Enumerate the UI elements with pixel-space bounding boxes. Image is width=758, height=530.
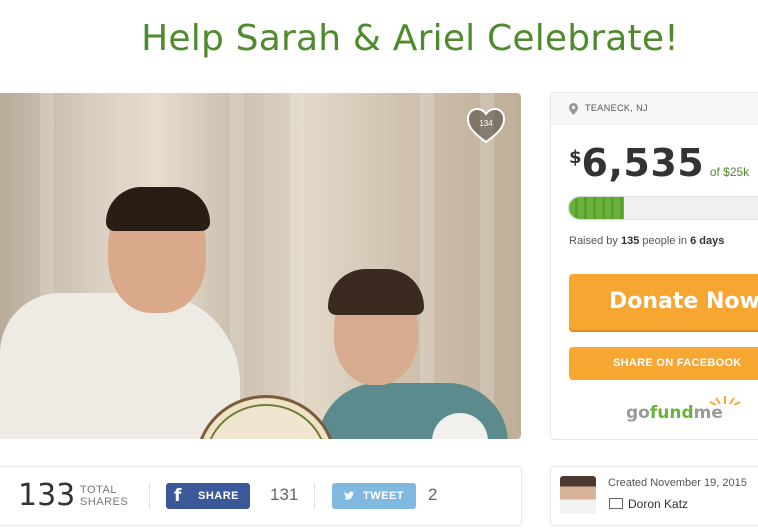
divider (149, 483, 150, 509)
gofundme-me: me (693, 403, 723, 423)
location-bar: TEANECK, NJ (551, 93, 758, 125)
organizer-contact-link[interactable]: Doron Katz (609, 497, 688, 511)
people-count: 135 (620, 235, 640, 247)
like-heart-button[interactable]: 134 (466, 107, 506, 144)
organizer-card: Created November 19, 2015 Doron Katz (550, 466, 758, 526)
goal-text: of $25k (709, 165, 750, 179)
mail-icon (609, 498, 623, 510)
donate-now-button[interactable]: Donate Now (569, 274, 758, 330)
like-count: 134 (479, 119, 493, 128)
shares-label: SHARES (80, 496, 129, 508)
days-count: 6 days (690, 235, 725, 247)
tweet-count: 2 (428, 485, 438, 504)
facebook-share-label: SHARE (198, 490, 240, 502)
raised-prefix: Raised by (569, 235, 621, 247)
divider (314, 483, 315, 509)
currency-symbol: $ (569, 147, 582, 168)
campaign-title: Help Sarah & Ariel Celebrate! (141, 18, 679, 59)
facebook-share-button[interactable]: f SHARE (166, 483, 250, 509)
progress-bar (568, 196, 758, 220)
donation-card: TEANECK, NJ $6,535 of $25k Raised by 135… (550, 92, 758, 440)
total-shares-count: 133 (18, 478, 76, 513)
progress-fill (569, 197, 625, 219)
twitter-bird-icon (344, 491, 354, 500)
location-pin-icon (569, 103, 578, 115)
created-date: Created November 19, 2015 (608, 477, 747, 489)
location-text: TEANECK, NJ (585, 103, 648, 113)
raised-summary: Raised by 135 people in 6 days (569, 235, 724, 247)
amount-raised: $6,535 of $25k (569, 141, 749, 185)
organizer-avatar[interactable] (560, 476, 596, 514)
share-on-facebook-button[interactable]: SHARE ON FACEBOOK (569, 347, 758, 380)
tweet-label: TWEET (363, 490, 404, 502)
total-label: TOTAL (80, 484, 117, 496)
people-suffix: people in (639, 235, 691, 247)
share-stats-bar: 133 TOTAL SHARES f SHARE 131 TWEET 2 (0, 466, 522, 526)
organizer-name: Doron Katz (628, 497, 689, 511)
amount-value: 6,535 (581, 141, 705, 185)
gofundme-go: go (626, 403, 650, 423)
total-shares-label: TOTAL SHARES (80, 484, 128, 508)
tweet-button[interactable]: TWEET (332, 483, 416, 509)
facebook-share-count: 131 (270, 485, 299, 504)
campaign-photo[interactable] (0, 93, 521, 439)
gofundme-fund: fund (649, 403, 694, 423)
gofundme-logo: gofundme (626, 393, 746, 425)
facebook-icon: f (174, 486, 182, 506)
